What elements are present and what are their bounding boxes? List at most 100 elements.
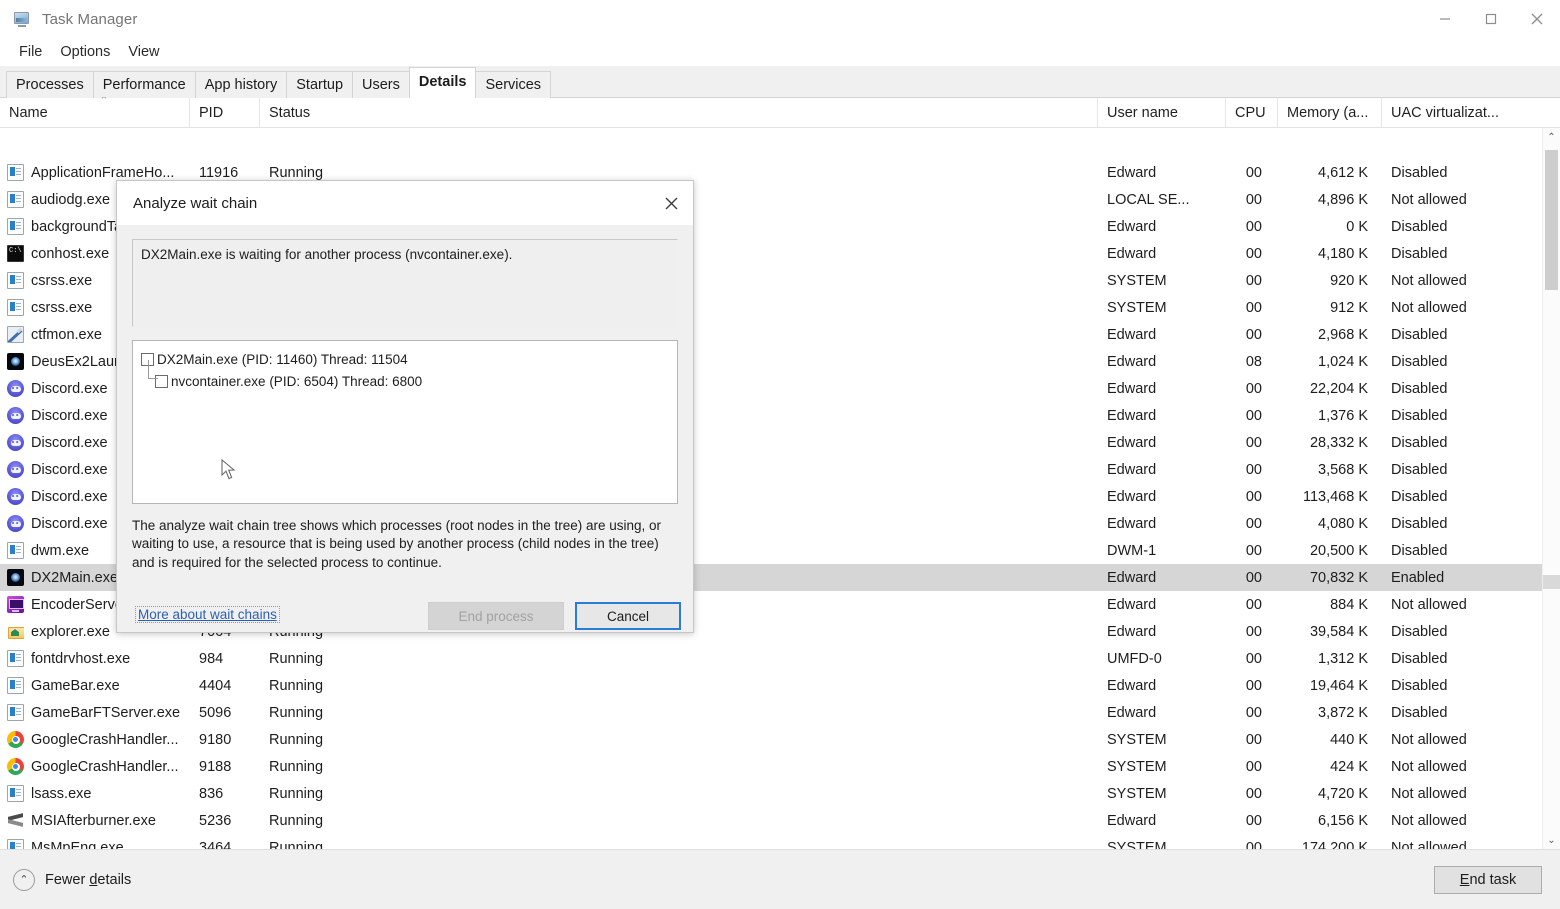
- app-window-icon: [7, 542, 24, 559]
- process-name-label: Discord.exe: [31, 461, 108, 478]
- column-header-name[interactable]: Name ⌃: [0, 97, 190, 127]
- menu-bar: File Options View: [0, 38, 1560, 66]
- tree-node-label: nvcontainer.exe (PID: 6504) Thread: 6800: [171, 373, 423, 389]
- end-process-button[interactable]: End process: [428, 602, 564, 630]
- tab-processes[interactable]: Processes: [6, 71, 94, 98]
- table-row[interactable]: GameBarFTServer.exe 5096 Running Edward 00 3,…: [0, 699, 1560, 726]
- cancel-button[interactable]: Cancel: [575, 602, 681, 630]
- process-name-label: Discord.exe: [31, 380, 108, 397]
- process-name-label: conhost.exe: [31, 245, 110, 262]
- process-status-cell: Running: [269, 650, 324, 667]
- column-header-user-name[interactable]: User name: [1098, 98, 1226, 127]
- process-user-cell: Edward: [1107, 434, 1157, 451]
- app-window-icon: [7, 218, 24, 235]
- process-cpu-cell: 00: [1245, 299, 1262, 316]
- scroll-up-button[interactable]: ⌃: [1543, 128, 1560, 146]
- tab-services[interactable]: Services: [475, 71, 552, 98]
- process-name-cell: GameBar.exe: [0, 677, 190, 694]
- process-uac-cell: Disabled: [1391, 407, 1448, 424]
- column-header-memory[interactable]: Memory (a...: [1278, 98, 1382, 127]
- tab-strip: Processes Performance App history Startu…: [0, 66, 1560, 98]
- table-row[interactable]: GoogleCrashHandler... 9188 Running SYSTEM 00…: [0, 753, 1560, 780]
- fewer-details-button[interactable]: ⌃ Fewer details: [13, 868, 131, 891]
- process-memory-cell: 920 K: [1330, 272, 1368, 289]
- maximize-button[interactable]: [1468, 0, 1514, 38]
- tree-node-child[interactable]: nvcontainer.exe (PID: 6504) Thread: 6800: [141, 360, 669, 392]
- process-cpu-cell: 00: [1245, 596, 1262, 613]
- process-user-cell: Edward: [1107, 245, 1157, 262]
- process-uac-cell: Disabled: [1391, 704, 1448, 721]
- process-uac-cell: Not allowed: [1391, 839, 1467, 850]
- tree-node-label: DX2Main.exe (PID: 11460) Thread: 11504: [157, 351, 408, 367]
- tab-details[interactable]: Details: [408, 67, 477, 98]
- menu-options[interactable]: Options: [51, 42, 119, 62]
- menu-view[interactable]: View: [119, 42, 168, 62]
- process-uac-cell: Disabled: [1391, 542, 1448, 559]
- process-uac-cell: Not allowed: [1391, 272, 1467, 289]
- column-header-status[interactable]: Status: [260, 98, 1098, 127]
- tab-users[interactable]: Users: [352, 71, 410, 98]
- chrome-icon: [7, 758, 24, 775]
- process-user-cell: LOCAL SE...: [1107, 191, 1190, 208]
- process-cpu-cell: 00: [1245, 515, 1262, 532]
- table-row[interactable]: MSIAfterburner.exe 5236 Running Edward 00 6,1…: [0, 807, 1560, 834]
- process-cpu-cell: 00: [1245, 758, 1262, 775]
- close-button[interactable]: [1514, 0, 1560, 38]
- app-window-icon: [7, 677, 24, 694]
- menu-file[interactable]: File: [10, 42, 51, 62]
- minimize-button[interactable]: [1422, 0, 1468, 38]
- window-controls: [1422, 0, 1560, 38]
- table-row[interactable]: GameBar.exe 4404 Running Edward 00 19,464 K Di…: [0, 672, 1560, 699]
- column-header-uac-virtualization[interactable]: UAC virtualizat...: [1382, 98, 1542, 127]
- table-row[interactable]: MsMpEng.exe 3464 Running SYSTEM 00 174,200 K N…: [0, 834, 1560, 849]
- dialog-close-icon[interactable]: [649, 181, 693, 225]
- vertical-scrollbar[interactable]: ⌃ ⌄: [1542, 128, 1560, 849]
- scroll-down-button[interactable]: ⌄: [1543, 831, 1560, 849]
- process-name-cell: MsMpEng.exe: [0, 839, 190, 849]
- process-status-cell: Running: [269, 731, 324, 748]
- process-memory-cell: 2,968 K: [1318, 326, 1368, 343]
- process-name-label: Discord.exe: [31, 434, 108, 451]
- title-bar: Task Manager: [0, 0, 1560, 38]
- more-about-wait-chains-link[interactable]: More about wait chains: [135, 606, 280, 623]
- process-name-cell: ApplicationFrameHo...: [0, 164, 190, 181]
- process-memory-cell: 4,720 K: [1318, 785, 1368, 802]
- table-row[interactable]: GoogleCrashHandler... 9180 Running SYSTEM 00…: [0, 726, 1560, 753]
- process-name-cell: lsass.exe: [0, 785, 190, 802]
- table-row[interactable]: lsass.exe 836 Running SYSTEM 00 4,720 K Not al…: [0, 780, 1560, 807]
- tab-startup[interactable]: Startup: [286, 71, 354, 98]
- column-header-cpu[interactable]: CPU: [1226, 98, 1278, 127]
- process-cpu-cell: 00: [1245, 326, 1262, 343]
- process-memory-cell: 4,180 K: [1318, 245, 1368, 262]
- process-memory-cell: 70,832 K: [1309, 569, 1368, 586]
- mouse-cursor-icon: [221, 459, 236, 480]
- tab-app-history[interactable]: App history: [194, 71, 288, 98]
- process-cpu-cell: 00: [1245, 812, 1262, 829]
- chrome-icon: [7, 731, 24, 748]
- process-name-label: GoogleCrashHandler...: [31, 758, 179, 775]
- process-uac-cell: Disabled: [1391, 326, 1448, 343]
- end-task-button[interactable]: End task: [1434, 865, 1542, 894]
- process-memory-cell: 1,376 K: [1318, 407, 1368, 424]
- dialog-body: DX2Main.exe is waiting for another proce…: [117, 239, 693, 648]
- wait-chain-tree[interactable]: DX2Main.exe (PID: 11460) Thread: 11504 n…: [132, 340, 678, 504]
- discord-icon: [7, 461, 24, 478]
- process-memory-cell: 3,568 K: [1318, 461, 1368, 478]
- tree-node-root[interactable]: DX2Main.exe (PID: 11460) Thread: 11504: [141, 348, 669, 370]
- table-row[interactable]: fontdrvhost.exe 984 Running UMFD-0 00 1,312 K…: [0, 645, 1560, 672]
- process-memory-cell: 113,468 K: [1302, 488, 1368, 505]
- msi-icon: [7, 812, 24, 829]
- process-uac-cell: Disabled: [1391, 488, 1448, 505]
- process-status-cell: Running: [269, 758, 324, 775]
- scrollbar-thumb[interactable]: [1545, 150, 1558, 290]
- tab-performance[interactable]: Performance: [92, 71, 196, 98]
- process-user-cell: Edward: [1107, 812, 1157, 829]
- process-memory-cell: 884 K: [1330, 596, 1368, 613]
- process-status-cell: Running: [269, 677, 324, 694]
- column-header-pid[interactable]: PID: [190, 98, 260, 127]
- process-name-label: MsMpEng.exe: [31, 839, 124, 850]
- sort-ascending-icon: ⌃: [99, 97, 109, 106]
- discord-icon: [7, 434, 24, 451]
- process-memory-cell: 19,464 K: [1309, 677, 1368, 694]
- dialog-action-row: More about wait chains End process Cance…: [132, 602, 681, 630]
